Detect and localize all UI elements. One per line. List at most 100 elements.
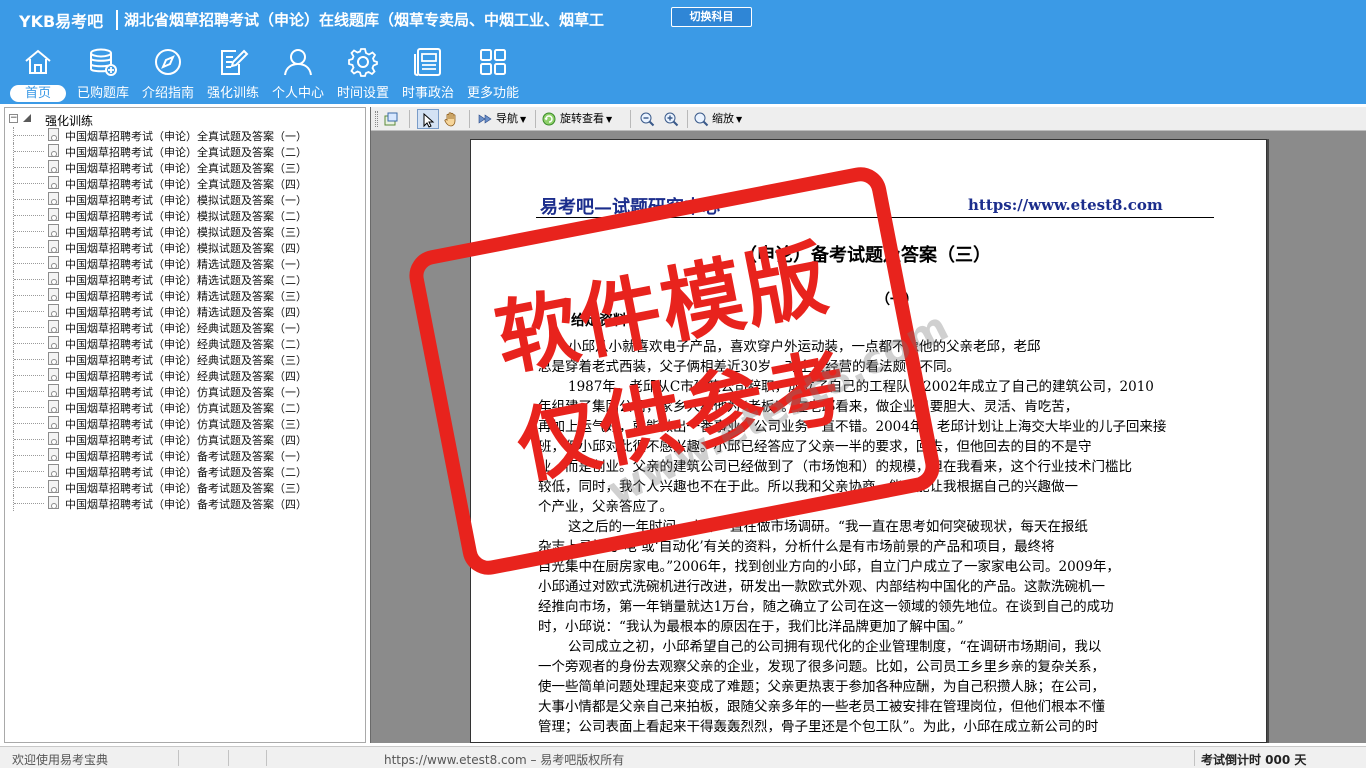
doc-section-heading: 给定资料 xyxy=(571,313,627,329)
tree-item[interactable]: 中国烟草招聘考试（申论）备考试题及答案（一） xyxy=(5,447,365,463)
doc-text-line: 小邱从小就喜欢电子产品，喜欢穿户外运动装，一点都不像他的父亲老邱，老邱 xyxy=(568,339,1041,355)
toolbar-training-button[interactable]: 强化训练 xyxy=(202,46,264,104)
tree-item-label: 中国烟草招聘考试（申论）备考试题及答案（二） xyxy=(65,466,307,479)
doc-title: （申论）备考试题及答案（三） xyxy=(739,245,991,266)
tree-item-label: 中国烟草招聘考试（申论）精选试题及答案（二） xyxy=(65,274,307,287)
document-icon xyxy=(48,432,59,445)
status-welcome: 欢迎使用易考宝典 xyxy=(12,753,109,767)
toolbar-profile-button[interactable]: 个人中心 xyxy=(267,46,329,104)
document-icon xyxy=(48,320,59,333)
folder-triangle-icon xyxy=(23,114,31,122)
grid-icon xyxy=(480,49,506,75)
document-icon xyxy=(48,448,59,461)
tree-item[interactable]: 中国烟草招聘考试（申论）经典试题及答案（一） xyxy=(5,319,365,335)
zoom-in-button[interactable] xyxy=(663,109,682,129)
select-tool-button[interactable] xyxy=(417,109,439,129)
tree-item[interactable]: 中国烟草招聘考试（申论）仿真试题及答案（一） xyxy=(5,383,365,399)
tree-item[interactable]: 中国烟草招聘考试（申论）模拟试题及答案（二） xyxy=(5,207,365,223)
toolbar-purchased-button[interactable]: 已购题库 xyxy=(72,46,134,104)
tree-item[interactable]: 中国烟草招聘考试（申论）精选试题及答案（四） xyxy=(5,303,365,319)
document-icon xyxy=(48,224,59,237)
app-logo: YKB易考吧 xyxy=(19,12,104,31)
toolbar-news-button[interactable]: 时事政治 xyxy=(397,46,459,104)
tree-item[interactable]: 中国烟草招聘考试（申论）全真试题及答案（二） xyxy=(5,143,365,159)
tree-item[interactable]: 中国烟草招聘考试（申论）备考试题及答案（四） xyxy=(5,495,365,511)
tree-item[interactable]: 中国烟草招聘考试（申论）仿真试题及答案（三） xyxy=(5,415,365,431)
tree-item-label: 中国烟草招聘考试（申论）仿真试题及答案（四） xyxy=(65,434,307,447)
hand-tool-button[interactable] xyxy=(443,109,462,129)
toolbar-home-button[interactable]: 首页 xyxy=(8,46,68,104)
tree-item[interactable]: 中国烟草招聘考试（申论）备考试题及答案（三） xyxy=(5,479,365,495)
toolbar-grip[interactable] xyxy=(375,111,378,127)
toolbar-label: 时事政治 xyxy=(401,86,454,101)
doc-text-line: 年组建了集团公司，家乡人称他为“老板”。在老邱看来，做企业只要胆大、灵活、肯吃苦… xyxy=(538,399,1079,415)
tree-item[interactable]: 中国烟草招聘考试（申论）全真试题及答案（三） xyxy=(5,159,365,175)
collapse-toggle-icon[interactable]: − xyxy=(9,114,18,123)
tree-item-label: 中国烟草招聘考试（申论）全真试题及答案（一） xyxy=(65,130,307,143)
tree-item[interactable]: 中国烟草招聘考试（申论）精选试题及答案（二） xyxy=(5,271,365,287)
doc-header-url: https://www.etest8.com xyxy=(968,196,1163,214)
rotate-dropdown[interactable]: 旋转查看 ▼ xyxy=(541,109,612,129)
doc-text-line: 再加上运气好，就能做出一番事业。公司业务一直不错。2004年，老邱计划让上海交大… xyxy=(538,419,1167,435)
tree-item-label: 中国烟草招聘考试（申论）模拟试题及答案（三） xyxy=(65,226,307,239)
status-bar: 欢迎使用易考宝典 https://www.etest8.com – 易考吧版权所… xyxy=(0,746,1366,768)
doc-section-number: （一） xyxy=(876,292,918,308)
document-viewer: 导航 ▼ 旋转查看 ▼ 缩放 ▼ 易考吧—试题研究中心 https://www.… xyxy=(370,107,1366,743)
tree-item-label: 中国烟草招聘考试（申论）模拟试题及答案（二） xyxy=(65,210,307,223)
thumbnail-icon xyxy=(384,112,398,126)
title-row: YKB易考吧 湖北省烟草招聘考试（申论）在线题库（烟草专卖局、中烟工业、烟草工 … xyxy=(0,0,1366,38)
tree-item[interactable]: 中国烟草招聘考试（申论）模拟试题及答案（三） xyxy=(5,223,365,239)
toolbar-label: 已购题库 xyxy=(76,86,129,101)
tree-item-label: 中国烟草招聘考试（申论）精选试题及答案（一） xyxy=(65,258,307,271)
tree-item[interactable]: 中国烟草招聘考试（申论）经典试题及答案（四） xyxy=(5,367,365,383)
document-icon xyxy=(48,240,59,253)
document-page[interactable]: 易考吧—试题研究中心 https://www.etest8.com （申论）备考… xyxy=(470,139,1267,743)
tree-item[interactable]: 中国烟草招聘考试（申论）备考试题及答案（二） xyxy=(5,463,365,479)
magnifier-icon xyxy=(694,112,709,127)
document-icon xyxy=(48,288,59,301)
document-icon xyxy=(48,304,59,317)
tree-item[interactable]: 中国烟草招聘考试（申论）仿真试题及答案（二） xyxy=(5,399,365,415)
document-icon xyxy=(48,464,59,477)
database-add-icon xyxy=(90,48,117,76)
tree-item[interactable]: 中国烟草招聘考试（申论）仿真试题及答案（四） xyxy=(5,431,365,447)
toolbar-label: 首页 xyxy=(10,85,66,102)
tree-item[interactable]: 中国烟草招聘考试（申论）全真试题及答案（一） xyxy=(5,127,365,143)
doc-text-line: 公司成立之初，小邱希望自己的公司拥有现代化的企业管理制度，“在调研市场期间，我以 xyxy=(568,639,1102,655)
doc-text-line: 时，小邱说：“我认为最根本的原因在于，我们比洋品牌更加了解中国。” xyxy=(538,619,964,635)
main-toolbar: 首页 已购题库 介绍指南 强化训练 个人中心 时间设置 时事政治 更多功能 xyxy=(0,46,540,104)
tree-item-label: 中国烟草招聘考试（申论）经典试题及答案（四） xyxy=(65,370,307,383)
home-icon xyxy=(25,49,51,74)
zoom-out-button[interactable] xyxy=(639,109,658,129)
doc-text-line: 管理；公司表面上看起来干得轰轰烈烈，骨子里还是个包工队”。为此，小邱在成立新公司… xyxy=(538,719,1099,735)
tree-item[interactable]: 中国烟草招聘考试（申论）精选试题及答案（三） xyxy=(5,287,365,303)
tree-item[interactable]: 中国烟草招聘考试（申论）全真试题及答案（四） xyxy=(5,175,365,191)
user-icon xyxy=(284,49,312,76)
document-icon xyxy=(48,176,59,189)
tree-item[interactable]: 中国烟草招聘考试（申论）经典试题及答案（三） xyxy=(5,351,365,367)
document-icon xyxy=(48,256,59,269)
training-tree[interactable]: − 强化训练 中国烟草招聘考试（申论）全真试题及答案（一） 中国烟草招聘考试（申论… xyxy=(4,107,366,743)
doc-header-rule xyxy=(536,217,1214,218)
doc-text-line: 经推向市场，第一年销量就达1万台，随之确立了公司在这一领域的领先地位。在谈到自己… xyxy=(538,599,1114,615)
navigate-label: 导航 xyxy=(496,112,518,125)
zoom-dropdown[interactable]: 缩放 ▼ xyxy=(693,109,742,129)
toolbar-guide-button[interactable]: 介绍指南 xyxy=(137,46,199,104)
document-icon xyxy=(48,416,59,429)
document-icon xyxy=(48,368,59,381)
tree-item[interactable]: 中国烟草招聘考试（申论）精选试题及答案（一） xyxy=(5,255,365,271)
toolbar-time-settings-button[interactable]: 时间设置 xyxy=(332,46,394,104)
tree-items: 中国烟草招聘考试（申论）全真试题及答案（一） 中国烟草招聘考试（申论）全真试题及答… xyxy=(5,127,365,511)
tree-item-label: 中国烟草招聘考试（申论）备考试题及答案（三） xyxy=(65,482,307,495)
doc-text-line: 1987年，老邱从C市建筑公司辞职，成立了自己的工程队，2002年成立了自己的建… xyxy=(568,379,1154,395)
tree-item[interactable]: 中国烟草招聘考试（申论）模拟试题及答案（四） xyxy=(5,239,365,255)
chevron-down-icon: ▼ xyxy=(736,115,743,124)
navigate-dropdown[interactable]: 导航 ▼ xyxy=(477,109,526,129)
document-icon xyxy=(48,352,59,365)
thumbnail-button[interactable] xyxy=(383,109,402,129)
switch-subject-button[interactable]: 切换科目 xyxy=(671,7,752,27)
tree-item[interactable]: 中国烟草招聘考试（申论）模拟试题及答案（一） xyxy=(5,191,365,207)
tree-item[interactable]: 中国烟草招聘考试（申论）经典试题及答案（二） xyxy=(5,335,365,351)
tree-item-label: 中国烟草招聘考试（申论）模拟试题及答案（四） xyxy=(65,242,307,255)
toolbar-more-button[interactable]: 更多功能 xyxy=(462,46,524,104)
